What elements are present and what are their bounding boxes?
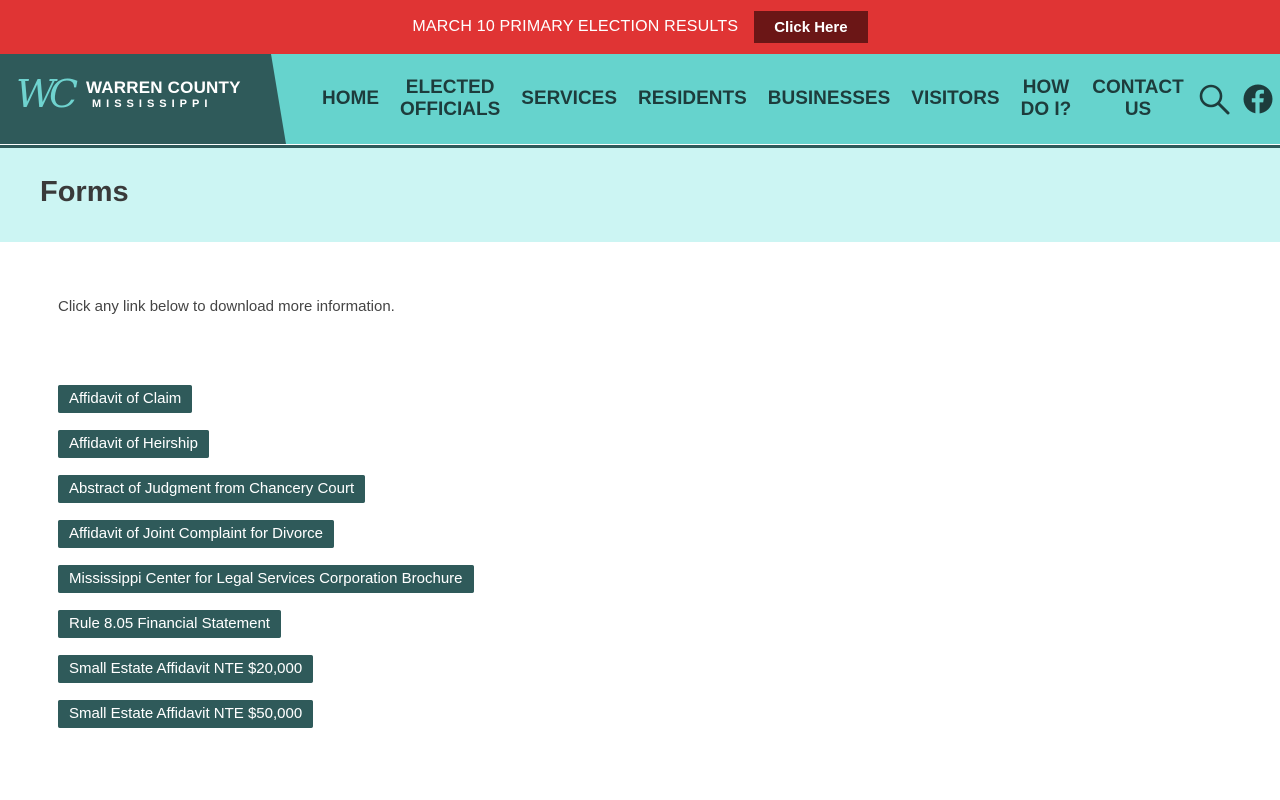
site-header: WC WARREN COUNTY MISSISSIPPI HOME ELECTE… <box>0 54 1280 144</box>
nav-how-do-i[interactable]: HOW DO I? <box>1021 77 1072 121</box>
alert-text: MARCH 10 PRIMARY ELECTION RESULTS <box>412 18 739 35</box>
nav-businesses[interactable]: BUSINESSES <box>768 88 890 110</box>
search-icon[interactable] <box>1198 83 1230 115</box>
form-links-list: Affidavit of Claim Affidavit of Heirship… <box>58 385 474 745</box>
form-link-small-estate-20000[interactable]: Small Estate Affidavit NTE $20,000 <box>58 655 314 683</box>
logo-mark: WC <box>16 72 78 116</box>
form-link-financial-statement[interactable]: Rule 8.05 Financial Statement <box>58 610 281 638</box>
main-nav: HOME ELECTED OFFICIALS SERVICES RESIDENT… <box>322 54 1184 144</box>
site-logo[interactable]: WC WARREN COUNTY MISSISSIPPI <box>0 54 286 144</box>
logo-title: WARREN COUNTY <box>86 78 241 97</box>
page-title-band: Forms <box>0 148 1280 242</box>
nav-visitors[interactable]: VISITORS <box>911 88 999 110</box>
nav-services[interactable]: SERVICES <box>521 88 617 110</box>
form-link-small-estate-50000[interactable]: Small Estate Affidavit NTE $50,000 <box>58 700 314 728</box>
intro-text: Click any link below to download more in… <box>58 298 395 315</box>
logo-subtitle: MISSISSIPPI <box>92 98 213 110</box>
form-link-abstract-of-judgment[interactable]: Abstract of Judgment from Chancery Court <box>58 475 366 503</box>
alert-bar: MARCH 10 PRIMARY ELECTION RESULTS Click … <box>0 0 1280 54</box>
page-title: Forms <box>40 176 129 208</box>
facebook-icon[interactable] <box>1243 84 1273 114</box>
nav-elected-officials[interactable]: ELECTED OFFICIALS <box>400 77 500 121</box>
form-link-affidavit-of-claim[interactable]: Affidavit of Claim <box>58 385 193 413</box>
form-link-legal-services-brochure[interactable]: Mississippi Center for Legal Services Co… <box>58 565 474 593</box>
form-link-joint-complaint-divorce[interactable]: Affidavit of Joint Complaint for Divorce <box>58 520 334 548</box>
click-here-button[interactable]: Click Here <box>754 11 868 43</box>
nav-residents[interactable]: RESIDENTS <box>638 88 747 110</box>
nav-contact-us[interactable]: CONTACT US <box>1092 77 1183 121</box>
nav-home[interactable]: HOME <box>322 88 379 110</box>
form-link-affidavit-of-heirship[interactable]: Affidavit of Heirship <box>58 430 209 458</box>
